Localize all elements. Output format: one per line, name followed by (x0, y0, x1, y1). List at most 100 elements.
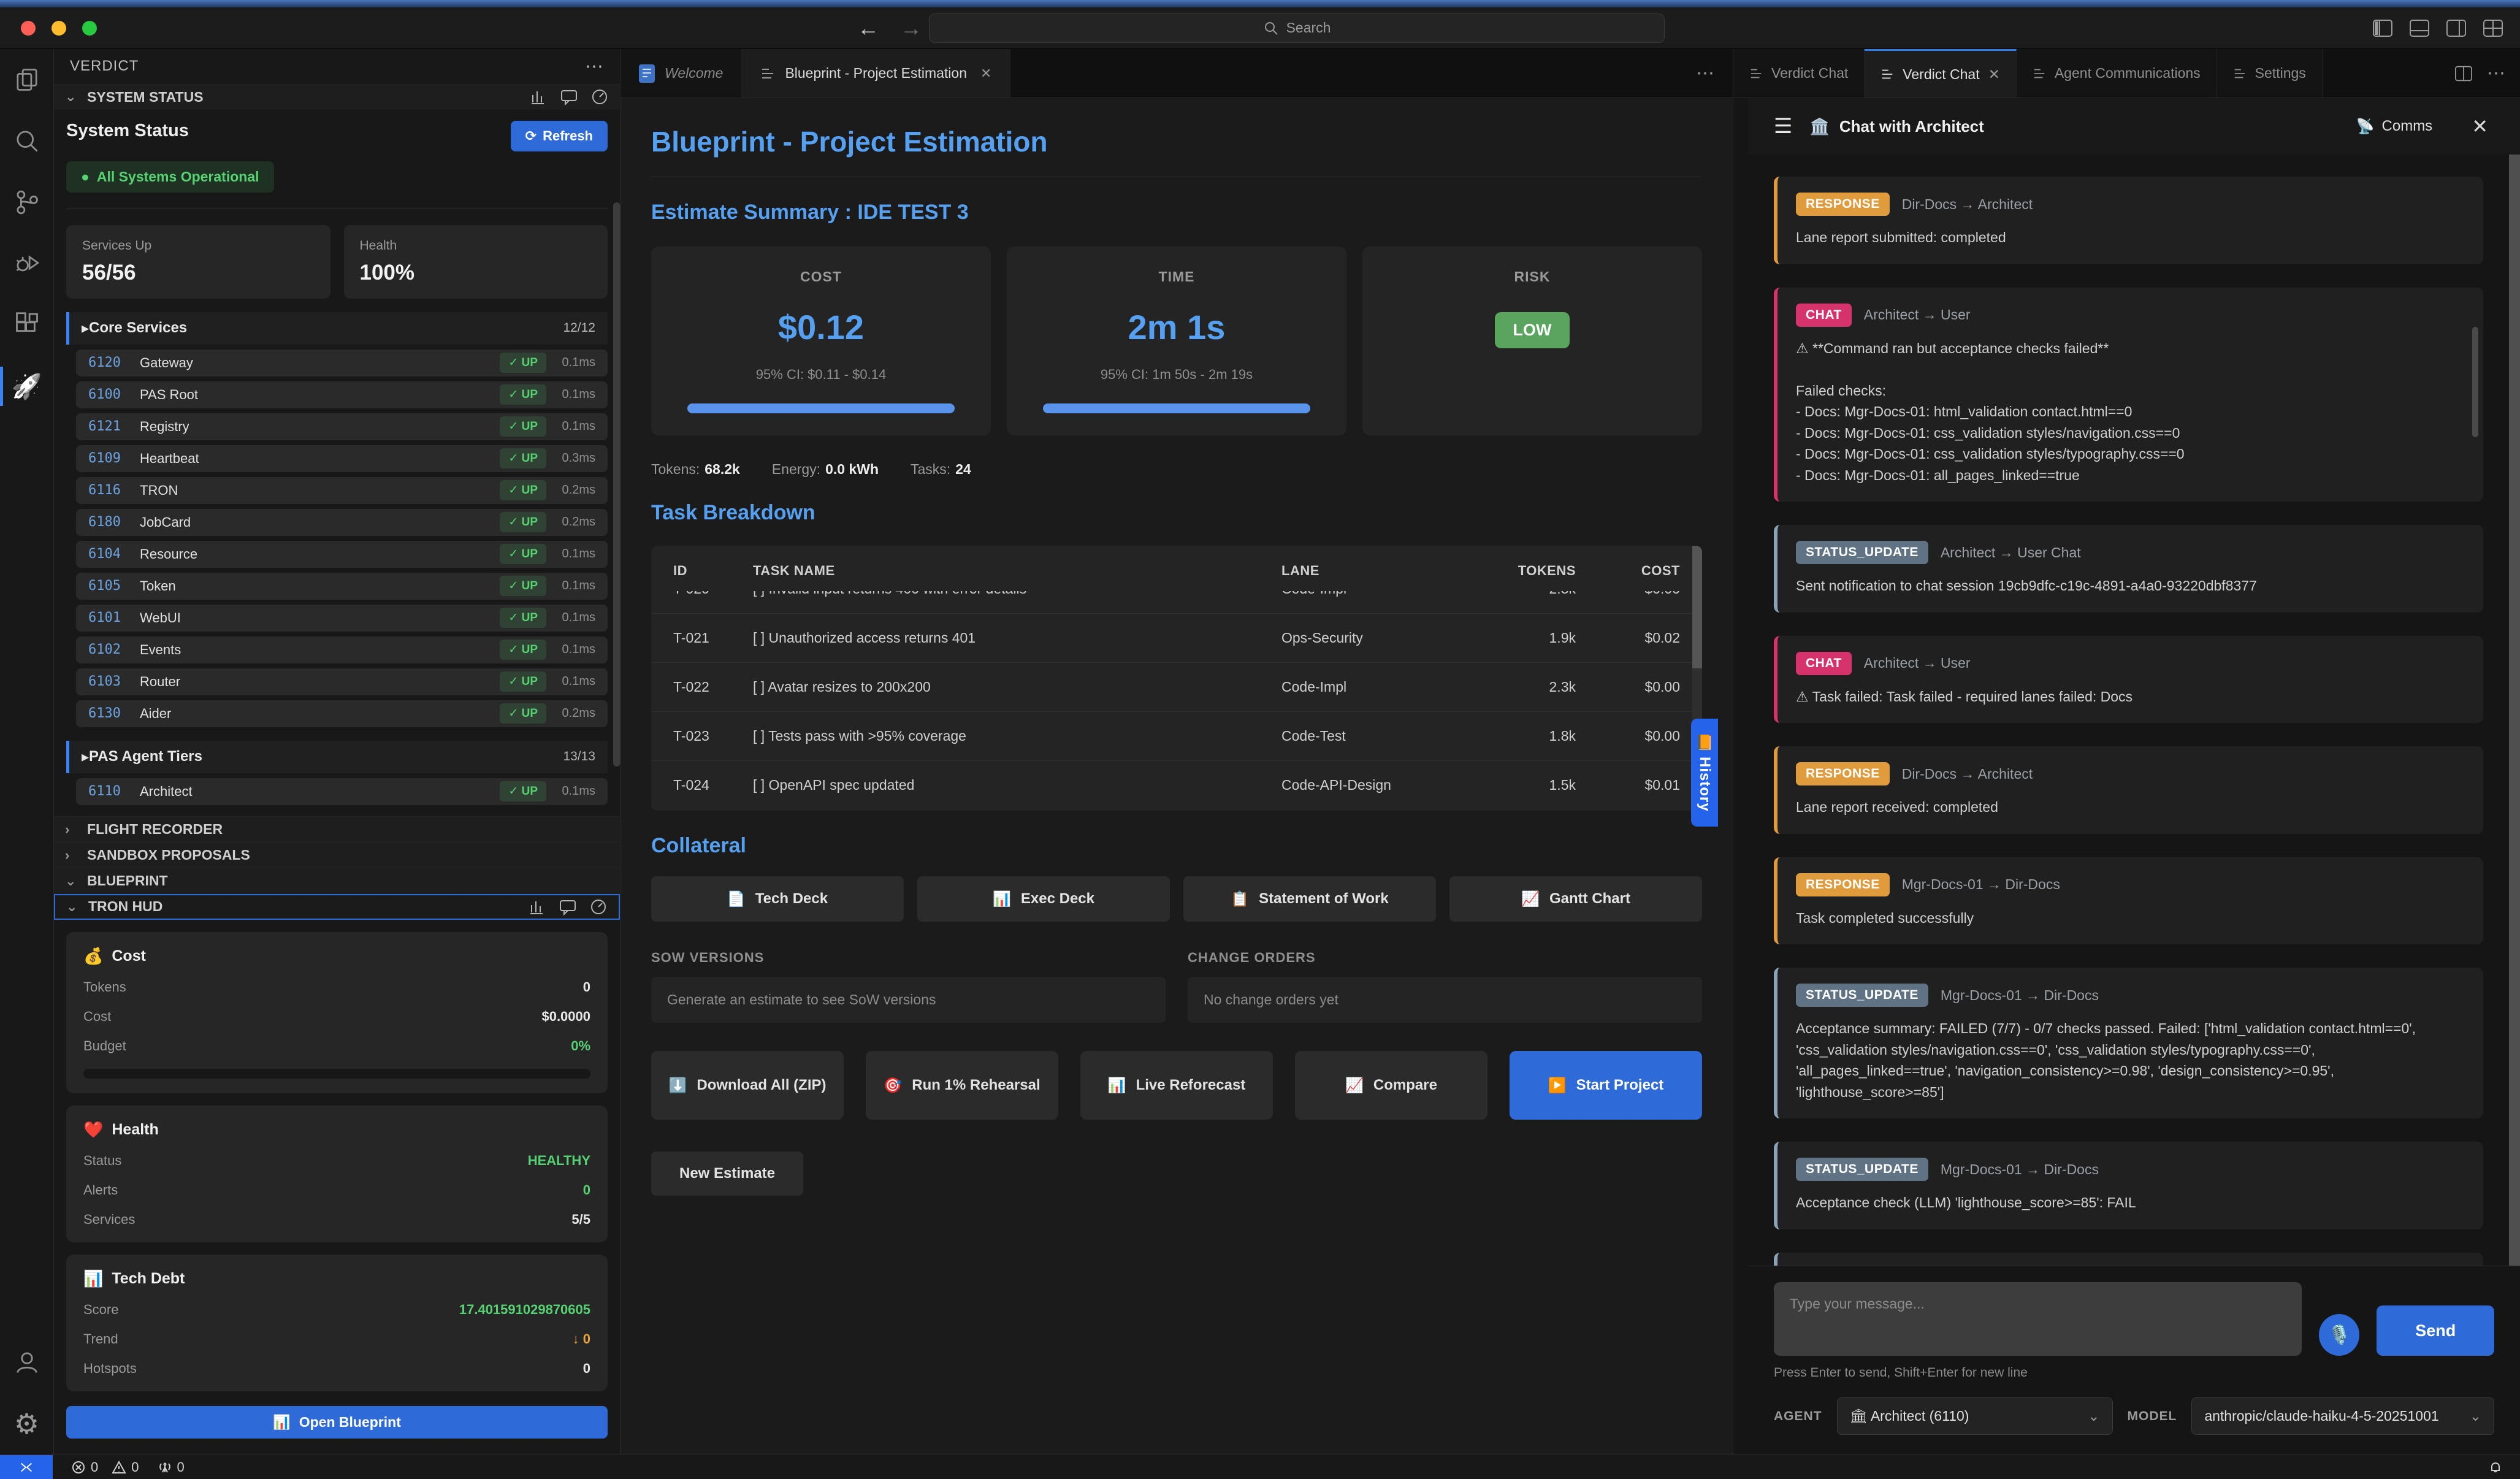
comment-icon[interactable] (559, 898, 577, 916)
forward-icon[interactable]: → (900, 15, 922, 41)
service-row[interactable]: 6100PAS Root✓ UP0.1ms (76, 381, 608, 408)
customize-layout-icon[interactable] (2483, 20, 2503, 37)
agent-select[interactable]: 🏛 Architect (6110) ⌄ (1837, 1397, 2113, 1435)
gauge-icon[interactable] (590, 88, 609, 106)
service-row[interactable]: 6101WebUI✓ UP0.1ms (76, 605, 608, 632)
sidebar-title: VERDICT (70, 58, 139, 75)
service-row[interactable]: 6102Events✓ UP0.1ms (76, 636, 608, 663)
comms-button[interactable]: 📡 Comms (2356, 118, 2433, 136)
menu-icon[interactable]: ☰ (1774, 114, 1792, 139)
bar-chart-icon[interactable] (528, 898, 546, 916)
editor-more-icon[interactable]: ⋯ (1678, 63, 1733, 84)
source-control-icon[interactable] (0, 172, 54, 233)
toggle-sidebar-left-icon[interactable] (2373, 20, 2392, 37)
message-route: Architect → User Chat (1941, 545, 2081, 561)
extensions-icon[interactable] (0, 294, 54, 356)
chat-message-input[interactable] (1774, 1282, 2302, 1356)
section-sandbox-proposals[interactable]: › SANDBOX PROPOSALS (54, 842, 620, 868)
service-row[interactable]: 6120Gateway✓ UP0.1ms (76, 350, 608, 376)
task-row[interactable]: T-021[ ] Unauthorized access returns 401… (651, 613, 1702, 662)
accounts-icon[interactable] (0, 1332, 54, 1393)
settings-gear-icon[interactable]: ⚙ (0, 1393, 54, 1454)
section-blueprint[interactable]: ⌄ BLUEPRINT (54, 868, 620, 893)
change-orders-label: CHANGE ORDERS (1188, 950, 1702, 966)
chat-scrollbar[interactable] (2509, 155, 2520, 1266)
close-icon[interactable]: ✕ (980, 66, 991, 82)
search-sidebar-icon[interactable] (0, 110, 54, 172)
service-row[interactable]: 6180JobCard✓ UP0.2ms (76, 509, 608, 536)
refresh-button[interactable]: ⟳ Refresh (511, 121, 608, 151)
task-row[interactable]: T-020[ ] Invalid input returns 400 with … (651, 591, 1702, 613)
message-scrollbar[interactable] (2472, 327, 2478, 437)
triangle-right-icon: ▸ (82, 319, 89, 337)
new-estimate-button[interactable]: New Estimate (651, 1152, 803, 1196)
model-select[interactable]: anthropic/claude-haiku-4-5-20251001 ⌄ (2191, 1397, 2494, 1435)
split-editor-icon[interactable] (2455, 66, 2472, 82)
tab-blueprint-project-estimation[interactable]: Blueprint - Project Estimation ✕ (742, 49, 1010, 97)
exec-deck-button[interactable]: 📊Exec Deck (917, 876, 1170, 922)
tab-welcome[interactable]: Welcome (620, 49, 742, 97)
tab-settings[interactable]: Settings (2217, 49, 2323, 97)
message-body: ⚠ **Command ran but acceptance checks fa… (1796, 338, 2465, 486)
problems-indicator[interactable]: 0 0 (71, 1459, 139, 1475)
core-services-group[interactable]: ▸ Core Services 12/12 (66, 312, 608, 345)
download-all-zip-button[interactable]: ⬇️Download All (ZIP) (651, 1051, 844, 1120)
global-search-input[interactable]: Search (929, 13, 1665, 43)
toggle-sidebar-right-icon[interactable] (2446, 20, 2466, 37)
remote-indicator[interactable] (0, 1455, 53, 1479)
explorer-icon[interactable] (0, 49, 54, 110)
task-row[interactable]: T-024[ ] OpenAPI spec updatedCode-API-De… (651, 760, 1702, 807)
service-row[interactable]: 6109Heartbeat✓ UP0.3ms (76, 445, 608, 472)
tab-verdict-chat-2[interactable]: Verdict Chat ✕ (1865, 49, 2017, 97)
service-port: 6120 (88, 355, 140, 370)
section-system-status[interactable]: ⌄ SYSTEM STATUS (54, 84, 620, 110)
sidebar-scrollbar[interactable] (613, 202, 620, 766)
tab-agent-communications[interactable]: Agent Communications (2017, 49, 2217, 97)
chat-message: STATUS_UPDATEMgr-Docs-01 → Dir-Docs Acce… (1774, 1142, 2483, 1229)
minimize-window-button[interactable] (52, 21, 66, 36)
service-row[interactable]: 6103Router✓ UP0.1ms (76, 668, 608, 695)
maximize-window-button[interactable] (82, 21, 97, 36)
close-icon[interactable]: ✕ (1988, 66, 2000, 83)
bell-icon[interactable] (2488, 1460, 2503, 1475)
task-row[interactable]: T-022[ ] Avatar resizes to 200x200Code-I… (651, 662, 1702, 711)
history-drawer-tab[interactable]: 📙 History (1691, 719, 1718, 827)
mic-button[interactable]: 🎙️ (2319, 1314, 2359, 1356)
sidebar-more-icon[interactable]: ⋯ (585, 56, 604, 77)
gantt-chart-button[interactable]: 📈Gantt Chart (1449, 876, 1702, 922)
sow-versions-label: SOW VERSIONS (651, 950, 1166, 966)
run-rehearsal-button[interactable]: 🎯Run 1% Rehearsal (866, 1051, 1058, 1120)
statement-of-work-button[interactable]: 📋Statement of Work (1183, 876, 1436, 922)
ports-indicator[interactable]: 0 (158, 1459, 185, 1475)
toggle-panel-icon[interactable] (2410, 20, 2429, 37)
close-window-button[interactable] (21, 21, 36, 36)
bar-chart-icon[interactable] (529, 88, 548, 106)
tab-verdict-chat-1[interactable]: Verdict Chat (1733, 49, 1865, 97)
close-icon[interactable]: ✕ (2472, 115, 2488, 138)
right-panel: Verdict Chat Verdict Chat ✕ Agent Commun… (1733, 49, 2520, 1454)
service-row[interactable]: 6105Token✓ UP0.1ms (76, 573, 608, 600)
compare-button[interactable]: 📈Compare (1295, 1051, 1487, 1120)
open-blueprint-button[interactable]: 📊 Open Blueprint (66, 1406, 608, 1439)
service-row[interactable]: 6110Architect✓ UP0.1ms (76, 778, 608, 805)
verdict-extension-icon[interactable]: 🚀 (0, 356, 54, 417)
comment-icon[interactable] (560, 88, 578, 106)
run-debug-icon[interactable] (0, 233, 54, 294)
task-row[interactable]: T-023[ ] Tests pass with >95% coverageCo… (651, 711, 1702, 760)
gauge-icon[interactable] (589, 898, 608, 916)
section-flight-recorder[interactable]: › FLIGHT RECORDER (54, 816, 620, 842)
section-tron-hud[interactable]: ⌄ TRON HUD (54, 894, 620, 920)
chart-icon: 📊 (1108, 1077, 1126, 1095)
start-project-button[interactable]: ▶️Start Project (1510, 1051, 1702, 1120)
send-button[interactable]: Send (2377, 1305, 2494, 1356)
tech-deck-button[interactable]: 📄Tech Deck (651, 876, 904, 922)
risk-card: RISK LOW (1362, 246, 1702, 435)
panel-more-icon[interactable]: ⋯ (2487, 63, 2505, 84)
service-row[interactable]: 6130Aider✓ UP0.2ms (76, 700, 608, 727)
pas-agent-tiers-group[interactable]: ▸ PAS Agent Tiers 13/13 (66, 741, 608, 773)
service-row[interactable]: 6116TRON✓ UP0.2ms (76, 477, 608, 504)
live-reforecast-button[interactable]: 📊Live Reforecast (1080, 1051, 1273, 1120)
service-row[interactable]: 6121Registry✓ UP0.1ms (76, 413, 608, 440)
service-row[interactable]: 6104Resource✓ UP0.1ms (76, 541, 608, 568)
back-icon[interactable]: ← (857, 15, 879, 41)
